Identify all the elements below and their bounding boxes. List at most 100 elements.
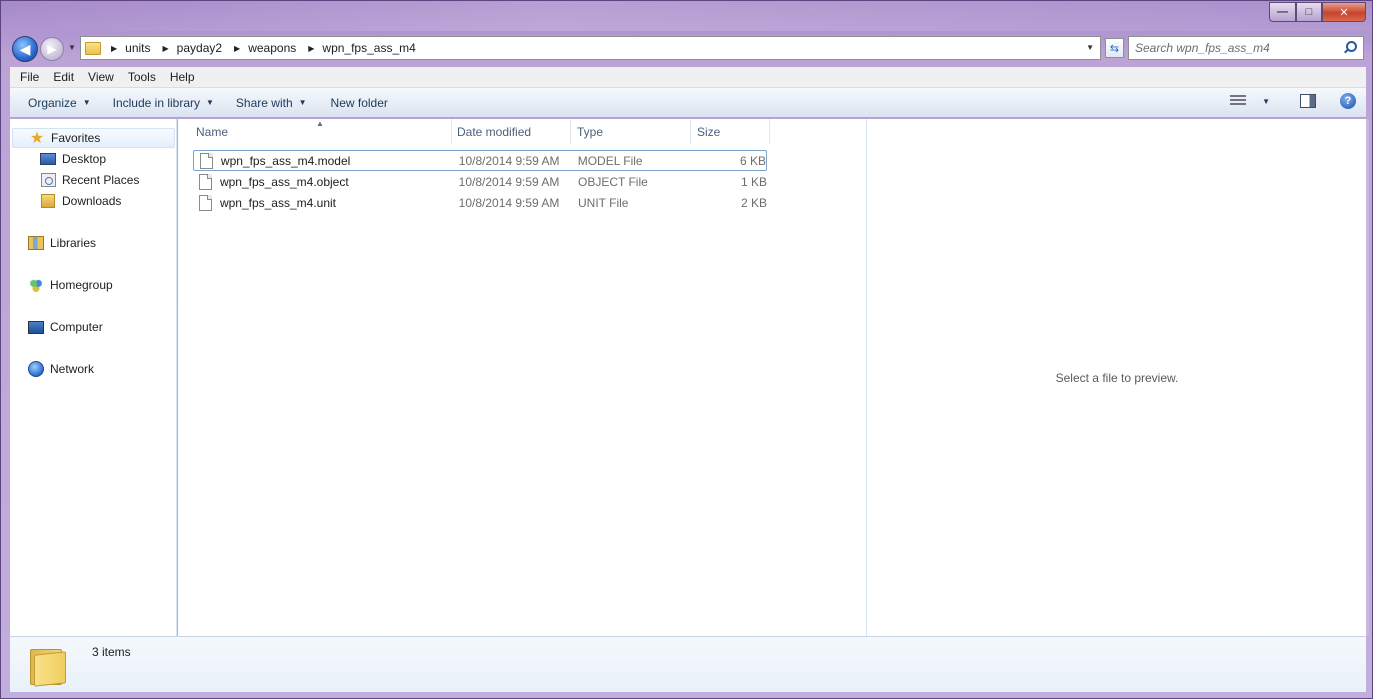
close-button[interactable]: ✕ <box>1322 2 1366 22</box>
sidebar-item-label: Desktop <box>62 152 107 166</box>
search-input[interactable]: Search wpn_fps_ass_m4 <box>1135 41 1343 55</box>
sidebar-item-label: Network <box>50 362 95 376</box>
network-icon <box>28 361 44 377</box>
navigation-row: ◀ ▶ ▼ ▶ units ▶ payday2 ▶ weapons ▶ wpn_… <box>10 34 1364 62</box>
item-count: 3 items <box>92 645 131 659</box>
back-button[interactable]: ◀ <box>12 36 38 62</box>
column-header-date-modified[interactable]: Date modified <box>451 119 571 144</box>
preview-pane-icon[interactable] <box>1300 94 1316 108</box>
title-bar[interactable] <box>1 1 1372 31</box>
breadcrumb-item-current-folder[interactable]: wpn_fps_ass_m4 <box>322 41 415 55</box>
file-row[interactable]: wpn_fps_ass_m4.unit 10/8/2014 9:59 AM UN… <box>193 192 767 213</box>
computer-icon <box>28 320 44 334</box>
include-in-library-label: Include in library <box>112 95 200 110</box>
view-options-dropdown-icon[interactable]: ▼ <box>1262 97 1270 106</box>
breadcrumb-item-units[interactable]: units <box>125 41 150 55</box>
chevron-down-icon: ▼ <box>298 98 307 107</box>
column-header-name[interactable]: Name <box>190 119 452 144</box>
menu-file[interactable]: File <box>13 70 46 84</box>
chevron-down-icon: ▼ <box>206 98 214 107</box>
minimize-button[interactable]: — <box>1269 2 1296 22</box>
sidebar-item-downloads[interactable]: Downloads <box>40 191 121 211</box>
forward-button[interactable]: ▶ <box>40 37 64 61</box>
menu-bar: File Edit View Tools Help <box>10 67 1366 88</box>
preview-placeholder-text: Select a file to preview. <box>1055 371 1179 385</box>
sidebar-item-label: Recent Places <box>62 173 140 187</box>
sidebar-item-desktop[interactable]: Desktop <box>40 149 106 169</box>
file-name: wpn_fps_ass_m4.object <box>219 174 349 189</box>
address-bar[interactable]: ▶ units ▶ payday2 ▶ weapons ▶ wpn_fps_as… <box>80 36 1101 60</box>
file-icon <box>199 173 212 190</box>
search-icon[interactable] <box>1343 41 1357 55</box>
file-size: 2 KB <box>740 195 767 210</box>
folder-icon <box>30 645 66 687</box>
breadcrumb-item-payday2[interactable]: payday2 <box>177 41 222 55</box>
folder-icon <box>85 41 101 55</box>
include-in-library-button[interactable]: Include in library ▼ <box>105 96 222 110</box>
file-list: ▲ Name Date modified Type Size wpn_fps_a… <box>178 119 866 636</box>
navigation-pane: ★ Favorites Desktop Recent Places Downlo… <box>10 119 177 636</box>
file-size: 1 KB <box>740 174 767 189</box>
sidebar-item-computer[interactable]: Computer <box>28 317 103 337</box>
menu-edit[interactable]: Edit <box>46 70 81 84</box>
organize-button[interactable]: Organize ▼ <box>20 96 99 110</box>
help-icon[interactable]: ? <box>1340 93 1356 109</box>
file-type: UNIT File <box>578 195 629 210</box>
sidebar-item-libraries[interactable]: Libraries <box>28 233 96 253</box>
share-with-label: Share with <box>235 95 293 110</box>
refresh-button[interactable]: ⇆ <box>1105 38 1124 58</box>
downloads-folder-icon <box>41 194 55 208</box>
explorer-window: — □ ✕ ◀ ▶ ▼ ▶ units ▶ payday2 ▶ weapons … <box>0 0 1373 699</box>
menu-help[interactable]: Help <box>163 70 202 84</box>
window-edge <box>1366 119 1369 636</box>
sidebar-item-recent-places[interactable]: Recent Places <box>40 170 139 190</box>
command-bar: Organize ▼ Include in library ▼ Share wi… <box>10 88 1366 118</box>
address-dropdown-icon[interactable]: ▼ <box>1086 43 1094 52</box>
file-row[interactable]: wpn_fps_ass_m4.model 10/8/2014 9:59 AM M… <box>193 150 767 171</box>
sidebar-item-homegroup[interactable]: Homegroup <box>28 275 113 295</box>
breadcrumb-chevron-icon[interactable]: ▶ <box>111 44 117 53</box>
view-controls: ▼ ? <box>1230 93 1356 109</box>
file-row[interactable]: wpn_fps_ass_m4.object 10/8/2014 9:59 AM … <box>193 171 767 192</box>
libraries-icon <box>28 236 44 250</box>
column-header-size[interactable]: Size <box>691 119 770 144</box>
sidebar-item-favorites[interactable]: ★ Favorites <box>12 128 175 148</box>
homegroup-icon <box>28 277 44 293</box>
breadcrumb-chevron-icon[interactable]: ▶ <box>234 44 240 53</box>
file-name: wpn_fps_ass_m4.model <box>220 153 351 168</box>
recent-pages-dropdown-icon[interactable]: ▼ <box>68 43 76 52</box>
file-date-modified: 10/8/2014 9:59 AM <box>458 195 560 210</box>
file-icon <box>199 194 212 211</box>
column-header-row: ▲ Name Date modified Type Size <box>178 119 866 144</box>
file-size: 6 KB <box>740 153 767 168</box>
search-box[interactable]: Search wpn_fps_ass_m4 <box>1128 36 1364 60</box>
star-icon: ★ <box>29 130 45 147</box>
new-folder-button[interactable]: New folder <box>323 96 396 110</box>
file-date-modified: 10/8/2014 9:59 AM <box>458 153 560 168</box>
sidebar-item-label: Homegroup <box>50 278 113 292</box>
caption-buttons: — □ ✕ <box>1269 2 1366 22</box>
sidebar-item-label: Computer <box>50 320 103 334</box>
sidebar-item-label: Libraries <box>50 236 97 250</box>
sidebar-item-label: Downloads <box>62 194 122 208</box>
share-with-button[interactable]: Share with ▼ <box>228 96 315 110</box>
menu-view[interactable]: View <box>81 70 121 84</box>
sidebar-item-network[interactable]: Network <box>28 359 94 379</box>
breadcrumb-chevron-icon[interactable]: ▶ <box>308 44 314 53</box>
breadcrumb-chevron-icon[interactable]: ▶ <box>163 44 169 53</box>
file-date-modified: 10/8/2014 9:59 AM <box>458 174 560 189</box>
menu-tools[interactable]: Tools <box>121 70 163 84</box>
new-folder-label: New folder <box>330 95 388 110</box>
file-type: OBJECT File <box>578 174 648 189</box>
details-pane: 3 items <box>10 636 1366 692</box>
sidebar-item-label: Favorites <box>51 131 101 145</box>
file-type: MODEL File <box>577 153 643 168</box>
recent-places-icon <box>40 173 56 187</box>
file-name: wpn_fps_ass_m4.unit <box>219 195 337 210</box>
change-view-icon[interactable] <box>1230 95 1247 107</box>
preview-pane: Select a file to preview. <box>866 119 1366 636</box>
column-header-type[interactable]: Type <box>571 119 691 144</box>
maximize-button[interactable]: □ <box>1296 2 1322 22</box>
desktop-icon <box>40 153 56 165</box>
breadcrumb-item-weapons[interactable]: weapons <box>248 41 296 55</box>
